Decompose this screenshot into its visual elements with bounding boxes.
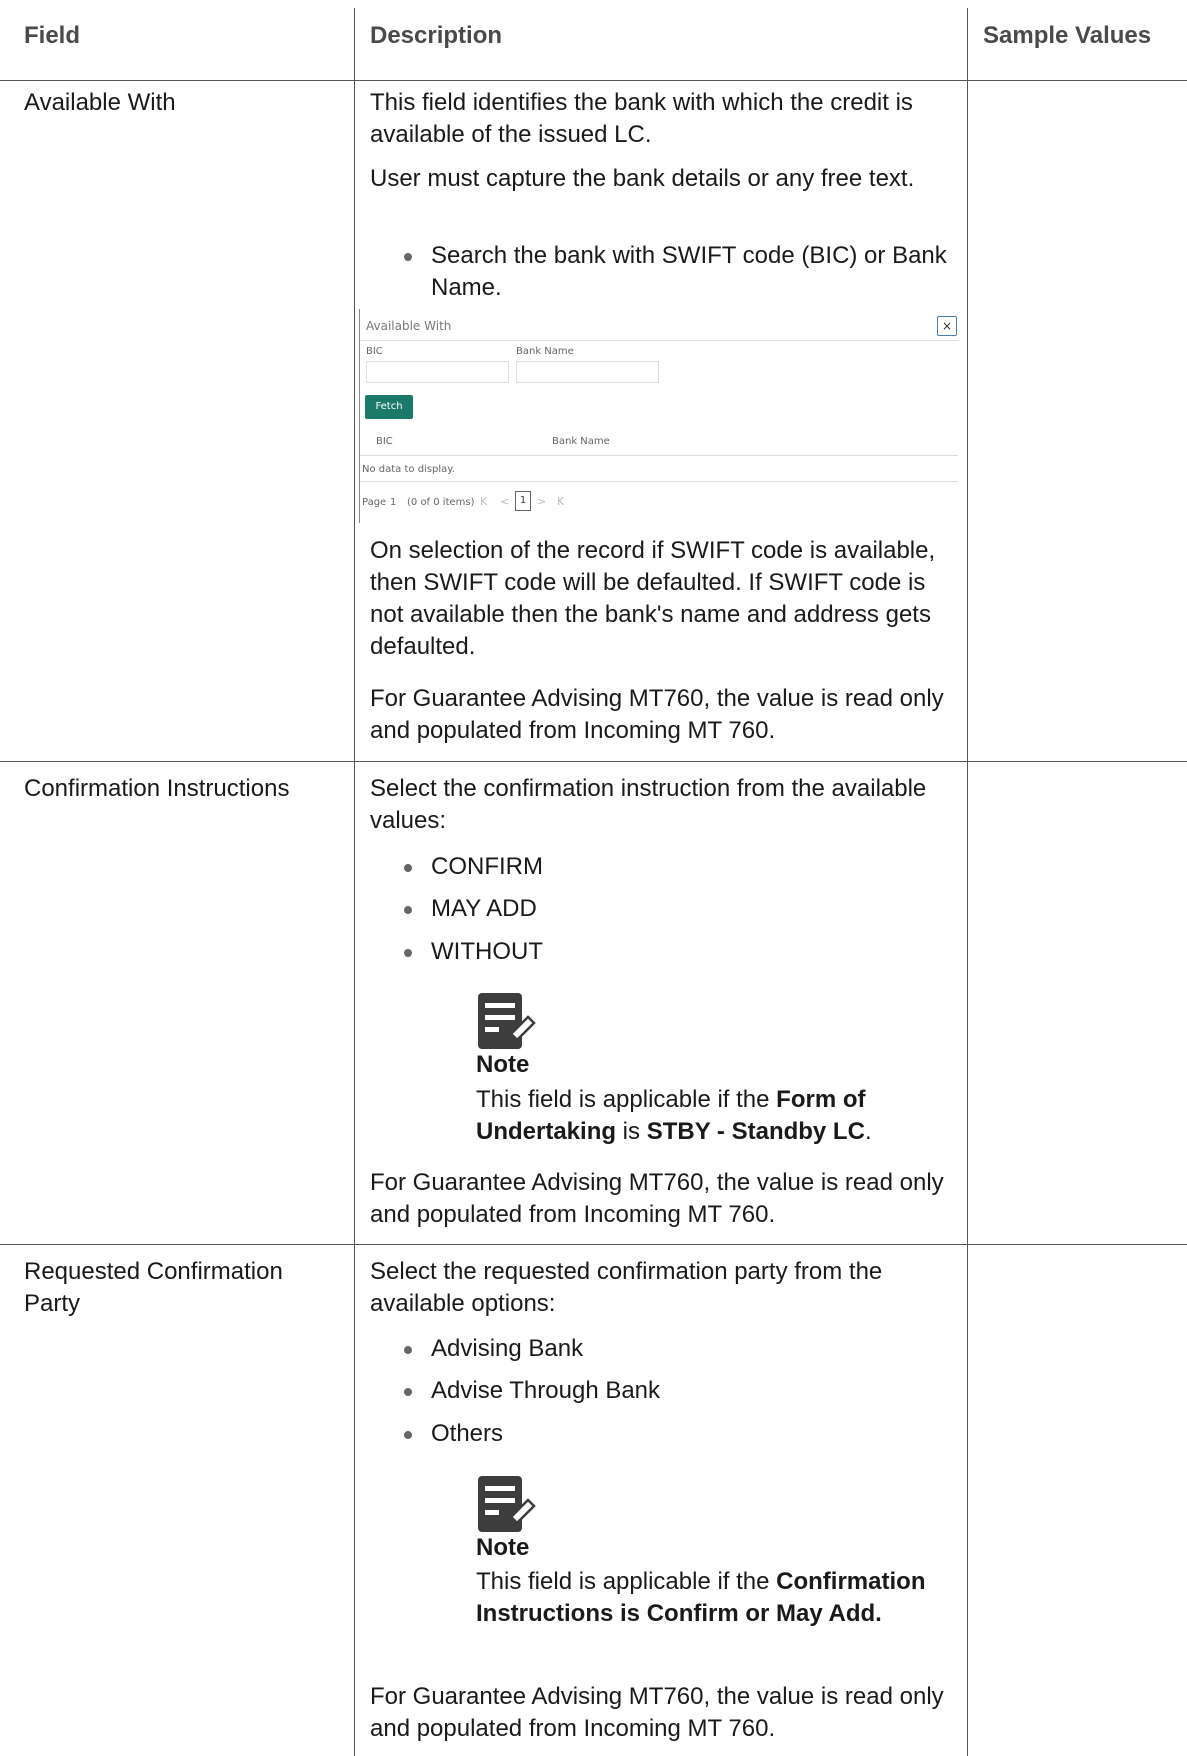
note-icon	[478, 1476, 536, 1532]
note-label: Note	[476, 1534, 530, 1561]
bullet-dot	[404, 906, 412, 914]
header-description: Description	[370, 22, 503, 49]
note-text-requested-party: This field is applicable if the Confirma…	[476, 1568, 926, 1627]
bullet-dot	[404, 864, 412, 872]
available-with-dialog: Available With × BIC Bank Name Fetch BIC…	[359, 309, 959, 523]
desc-requested-confirmation-party-1: Select the requested confirmation party …	[370, 1258, 883, 1317]
desc-requested-confirmation-party-2: For Guarantee Advising MT760, the value …	[370, 1683, 944, 1742]
row-divider-1	[0, 761, 1187, 762]
header-divider	[0, 80, 1187, 81]
field-requested-confirmation-party: Requested Confirmation Party	[24, 1258, 283, 1317]
note-icon	[478, 993, 536, 1049]
dialog-title: Available With	[366, 319, 452, 333]
desc-confirmation-instructions-2: For Guarantee Advising MT760, the value …	[370, 1169, 944, 1228]
empty-message: No data to display.	[362, 464, 455, 475]
column-bank-name: Bank Name	[552, 436, 610, 447]
bic-label: BIC	[366, 346, 383, 357]
bullet-dot	[404, 1431, 412, 1439]
row-divider-2	[0, 1244, 1187, 1245]
bank-name-label: Bank Name	[516, 346, 574, 357]
page-label: Page	[362, 497, 387, 508]
desc-available-with-2: User must capture the bank details or an…	[370, 165, 915, 192]
field-confirmation-instructions: Confirmation Instructions	[24, 775, 290, 802]
close-icon[interactable]: ×	[937, 316, 957, 336]
field-available-with: Available With	[24, 89, 176, 116]
desc-available-with-1: This field identifies the bank with whic…	[370, 89, 913, 148]
bullet-dot	[404, 1346, 412, 1354]
header-field: Field	[24, 22, 81, 49]
page-value: 1	[390, 497, 397, 508]
bullet-dot	[404, 949, 412, 957]
bullet-dot	[404, 1388, 412, 1396]
next-page-icon[interactable]: >	[537, 495, 546, 508]
current-page-box[interactable]: 1	[515, 491, 531, 511]
header-sample-values: Sample Values	[983, 22, 1152, 49]
bic-input[interactable]	[366, 361, 509, 383]
items-count: (0 of 0 items)	[407, 497, 475, 508]
desc-available-with-3: On selection of the record if SWIFT code…	[370, 537, 936, 660]
last-page-icon[interactable]: K	[557, 495, 564, 508]
table-footer-divider	[360, 481, 958, 482]
desc-available-with-4: For Guarantee Advising MT760, the value …	[370, 685, 944, 744]
dialog-left-border	[359, 309, 360, 523]
table-header-divider	[360, 455, 958, 456]
bank-name-input[interactable]	[516, 361, 659, 383]
column-divider-1	[354, 8, 355, 1756]
bullet-dot	[404, 253, 412, 261]
fetch-button[interactable]: Fetch	[365, 395, 413, 419]
column-divider-2	[967, 8, 968, 1756]
first-page-icon[interactable]: K	[480, 495, 487, 508]
column-bic: BIC	[376, 436, 393, 447]
desc-confirmation-instructions-1: Select the confirmation instruction from…	[370, 775, 927, 834]
prev-page-icon[interactable]: <	[500, 495, 509, 508]
note-label: Note	[476, 1051, 530, 1078]
note-text-confirmation: This field is applicable if the Form of …	[476, 1086, 872, 1145]
dialog-title-divider	[360, 340, 958, 341]
